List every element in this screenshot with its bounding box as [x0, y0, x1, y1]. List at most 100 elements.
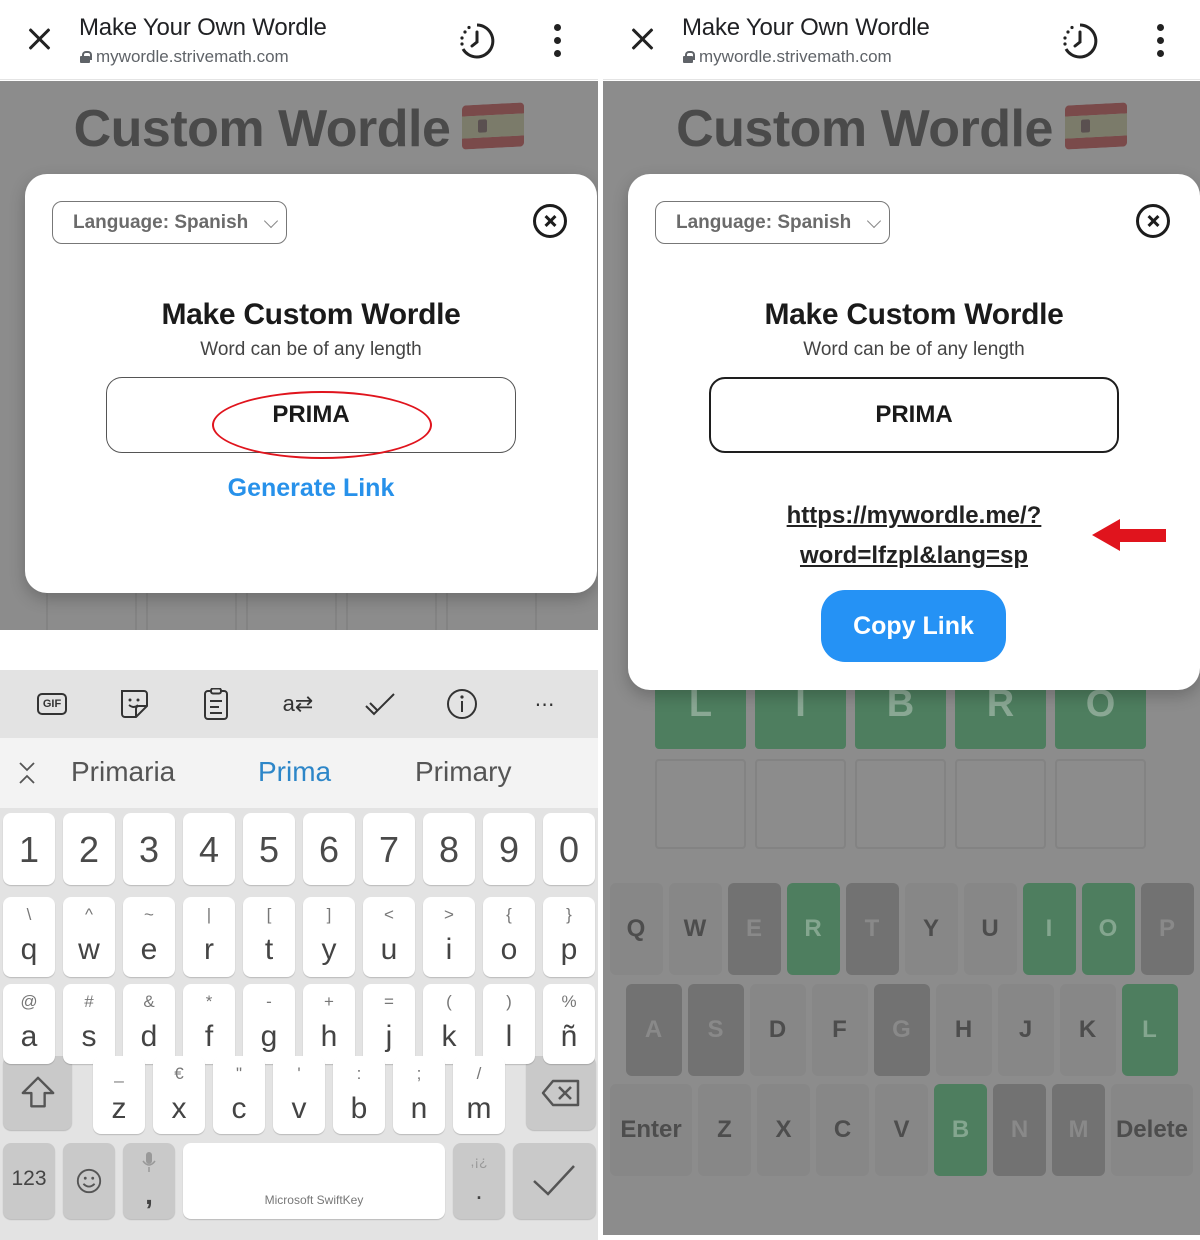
game-key-h[interactable]: H	[935, 984, 992, 1076]
key-l[interactable]: ) l	[483, 984, 535, 1064]
game-key-y[interactable]: Y	[904, 883, 958, 975]
more-menu-icon[interactable]	[1153, 24, 1169, 58]
checkmark-pen-icon[interactable]	[360, 688, 400, 720]
key-y[interactable]: ] y	[303, 897, 355, 977]
timer-icon[interactable]	[456, 20, 498, 62]
key-d[interactable]: & d	[123, 984, 175, 1064]
close-tab-icon[interactable]	[24, 24, 54, 54]
translate-icon[interactable]: a⇄	[278, 688, 318, 720]
info-icon[interactable]	[442, 688, 482, 720]
key-1[interactable]: 1	[3, 813, 55, 885]
clipboard-icon[interactable]	[196, 688, 236, 720]
more-menu-icon[interactable]	[550, 24, 566, 58]
key-n[interactable]: ; n	[393, 1056, 445, 1134]
word-input[interactable]	[106, 377, 516, 453]
generated-link[interactable]: https://mywordle.me/? word=lfzpl&lang=sp	[628, 496, 1200, 576]
suggestion-item-selected[interactable]: Prima	[258, 756, 331, 788]
generate-link-button[interactable]: Generate Link	[25, 474, 597, 503]
language-select[interactable]: Language: Spanish	[52, 201, 287, 244]
key-7[interactable]: 7	[363, 813, 415, 885]
game-key-t[interactable]: T	[845, 883, 899, 975]
game-key-d[interactable]: D	[749, 984, 806, 1076]
copy-link-button[interactable]: Copy Link	[821, 590, 1006, 662]
space-key[interactable]: Microsoft SwiftKey	[183, 1143, 445, 1219]
game-key-z[interactable]: Z	[698, 1084, 751, 1176]
game-key-q[interactable]: Q	[609, 883, 663, 975]
more-icon[interactable]: ⋯	[525, 688, 565, 720]
key-w[interactable]: ^ w	[63, 897, 115, 977]
key-c[interactable]: " c	[213, 1056, 265, 1134]
key-r[interactable]: | r	[183, 897, 235, 977]
game-key-w[interactable]: W	[668, 883, 722, 975]
key-3[interactable]: 3	[123, 813, 175, 885]
modal-close-icon[interactable]	[533, 204, 567, 238]
game-key-u[interactable]: U	[963, 883, 1017, 975]
key-p[interactable]: } p	[543, 897, 595, 977]
suggestion-item[interactable]: Primary	[415, 756, 511, 788]
key-g[interactable]: -g	[243, 984, 295, 1064]
key-9[interactable]: 9	[483, 813, 535, 885]
key-char: c	[231, 1092, 247, 1125]
timer-icon[interactable]	[1059, 20, 1101, 62]
game-key-p[interactable]: P	[1140, 883, 1194, 975]
word-input[interactable]	[709, 377, 1119, 453]
key-ñ[interactable]: % ñ	[543, 984, 595, 1064]
sticker-icon[interactable]	[114, 688, 154, 720]
shift-key[interactable]	[3, 1056, 72, 1130]
game-key-g[interactable]: G	[873, 984, 930, 1076]
key-e[interactable]: ~ e	[123, 897, 175, 977]
close-tab-icon[interactable]	[627, 24, 657, 54]
game-key-c[interactable]: C	[816, 1084, 869, 1176]
game-key-enter[interactable]: Enter	[610, 1084, 692, 1176]
game-key-a[interactable]: A	[625, 984, 682, 1076]
key-6[interactable]: 6	[303, 813, 355, 885]
collapse-icon[interactable]	[17, 760, 37, 786]
backspace-key[interactable]	[526, 1056, 596, 1130]
key-m[interactable]: / m	[453, 1056, 505, 1134]
emoji-key[interactable]	[63, 1143, 115, 1219]
game-key-b[interactable]: B	[934, 1084, 987, 1176]
key-x[interactable]: € x	[153, 1056, 205, 1134]
modal-close-icon[interactable]	[1136, 204, 1170, 238]
numbers-key[interactable]: 123	[3, 1143, 55, 1219]
key-k[interactable]: (k	[423, 984, 475, 1064]
suggestion-item[interactable]: Primaria	[71, 756, 175, 788]
key-u[interactable]: < u	[363, 897, 415, 977]
game-key-o[interactable]: O	[1081, 883, 1135, 975]
key-j[interactable]: = j	[363, 984, 415, 1064]
key-b[interactable]: :b	[333, 1056, 385, 1134]
game-key-n[interactable]: N	[993, 1084, 1046, 1176]
key-8[interactable]: 8	[423, 813, 475, 885]
key-5[interactable]: 5	[243, 813, 295, 885]
key-q[interactable]: \ q	[3, 897, 55, 977]
key-f[interactable]: * f	[183, 984, 235, 1064]
game-key-e[interactable]: E	[727, 883, 781, 975]
game-key-i[interactable]: I	[1022, 883, 1076, 975]
key-v[interactable]: ' v	[273, 1056, 325, 1134]
key-2[interactable]: 2	[63, 813, 115, 885]
period-key[interactable]: ,¡¿ .	[453, 1143, 505, 1219]
game-key-j[interactable]: J	[997, 984, 1054, 1076]
key-s[interactable]: # s	[63, 984, 115, 1064]
key-z[interactable]: _ z	[93, 1056, 145, 1134]
game-key-f[interactable]: F	[811, 984, 868, 1076]
game-key-v[interactable]: V	[875, 1084, 928, 1176]
comma-mic-key[interactable]: ,	[123, 1143, 175, 1219]
game-key-s[interactable]: S	[687, 984, 744, 1076]
game-key-x[interactable]: X	[757, 1084, 810, 1176]
key-a[interactable]: @ a	[3, 984, 55, 1064]
key-0[interactable]: 0	[543, 813, 595, 885]
game-key-r[interactable]: R	[786, 883, 840, 975]
key-h[interactable]: + h	[303, 984, 355, 1064]
game-key-delete[interactable]: Delete	[1111, 1084, 1193, 1176]
key-4[interactable]: 4	[183, 813, 235, 885]
gif-icon[interactable]: GIF	[32, 688, 72, 720]
game-key-k[interactable]: K	[1059, 984, 1116, 1076]
key-i[interactable]: > i	[423, 897, 475, 977]
key-t[interactable]: [t	[243, 897, 295, 977]
language-select[interactable]: Language: Spanish	[655, 201, 890, 244]
enter-check-key[interactable]	[513, 1143, 596, 1219]
key-o[interactable]: {o	[483, 897, 535, 977]
game-key-l[interactable]: L	[1121, 984, 1178, 1076]
game-key-m[interactable]: M	[1052, 1084, 1105, 1176]
